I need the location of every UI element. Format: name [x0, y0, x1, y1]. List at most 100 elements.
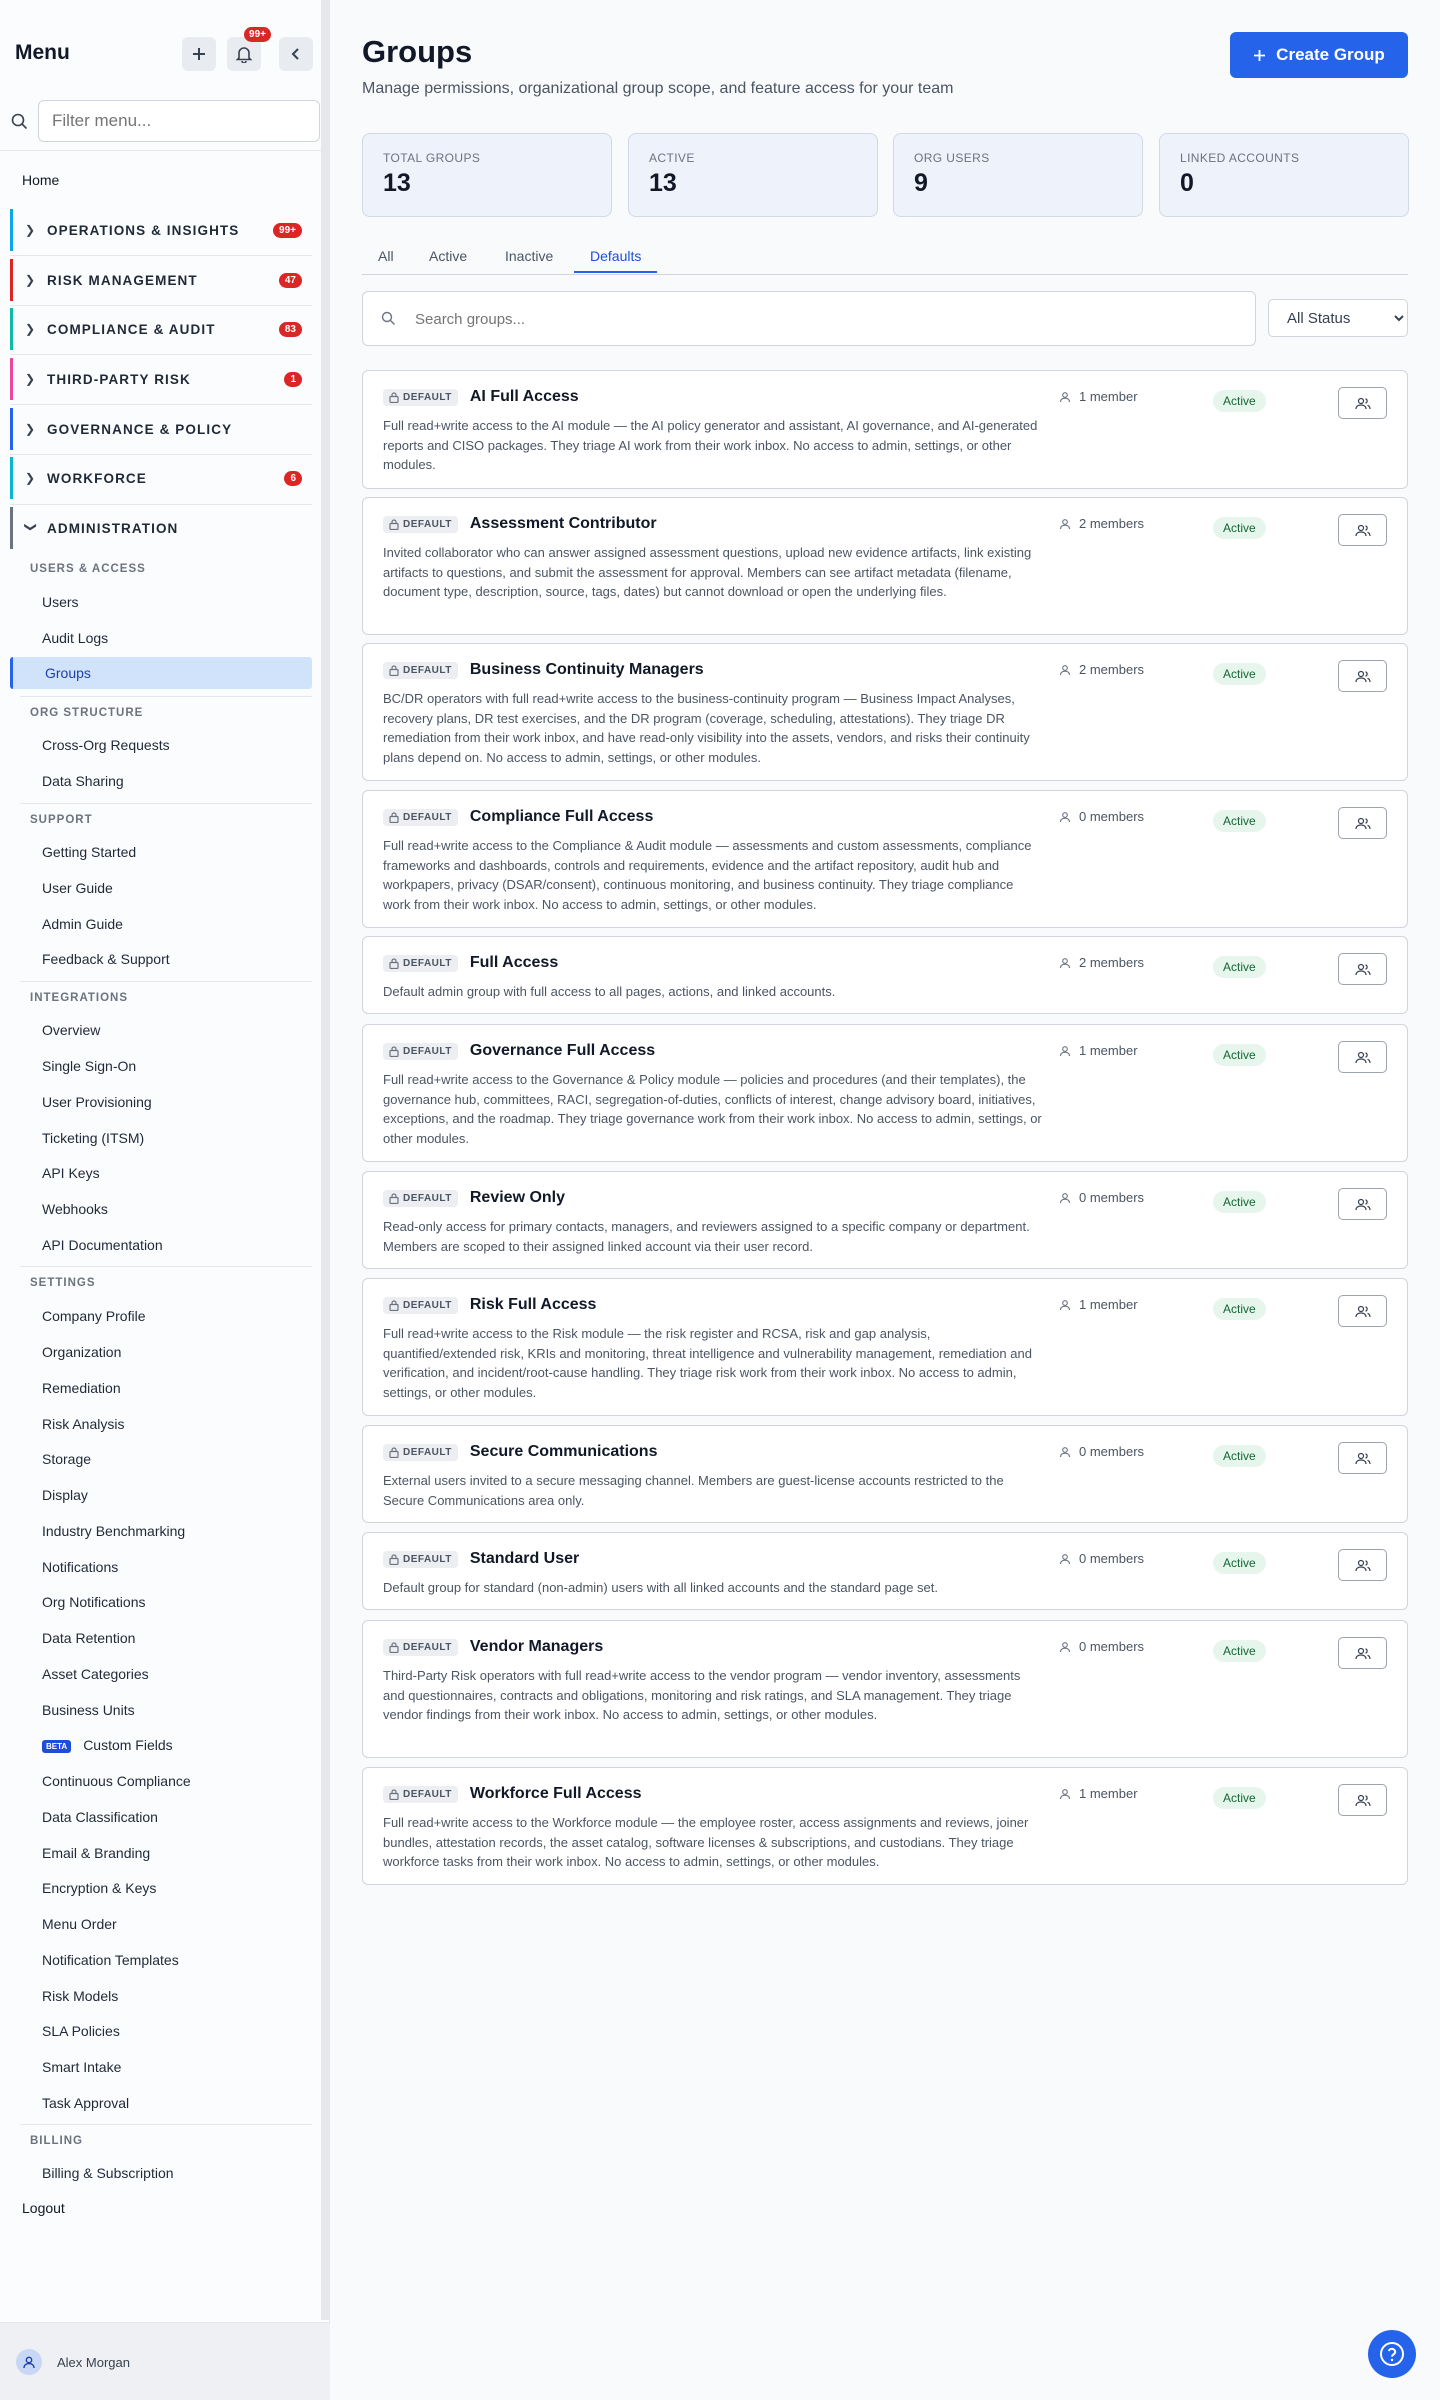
nav-item-webhooks[interactable]: Webhooks	[42, 1201, 108, 1217]
nav-group-administration[interactable]: ❯ ADMINISTRATION	[10, 507, 312, 549]
group-name[interactable]: Compliance Full Access	[470, 808, 653, 826]
logout-link[interactable]: Logout	[22, 2200, 65, 2216]
help-button[interactable]	[1368, 2330, 1416, 2378]
manage-members-button[interactable]	[1338, 660, 1387, 692]
manage-members-button[interactable]	[1338, 807, 1387, 839]
manage-members-button[interactable]	[1338, 514, 1387, 546]
group-row-standard-user[interactable]: DEFAULT Standard User Default group for st…	[362, 1532, 1408, 1610]
nav-item-ticketing-itsm[interactable]: Ticketing (ITSM)	[42, 1130, 144, 1146]
group-name[interactable]: Review Only	[470, 1189, 565, 1207]
tab-active[interactable]: Active	[429, 248, 467, 264]
nav-item-admin-guide[interactable]: Admin Guide	[42, 916, 123, 932]
nav-item-user-guide[interactable]: User Guide	[42, 880, 113, 896]
nav-item-continuous-compliance[interactable]: Continuous Compliance	[42, 1773, 191, 1789]
group-name[interactable]: Assessment Contributor	[470, 515, 657, 533]
nav-item-encryption-keys[interactable]: Encryption & Keys	[42, 1880, 156, 1896]
manage-members-button[interactable]	[1338, 1637, 1387, 1669]
group-row-risk-full-access[interactable]: DEFAULT Risk Full Access Full read+write a…	[362, 1278, 1408, 1416]
group-row-review-only[interactable]: DEFAULT Review Only Read-only access for p…	[362, 1171, 1408, 1269]
group-row-governance-full-access[interactable]: DEFAULT Governance Full Access Full read+w…	[362, 1024, 1408, 1162]
group-name[interactable]: Risk Full Access	[470, 1296, 597, 1314]
tab-inactive[interactable]: Inactive	[505, 248, 553, 264]
manage-members-button[interactable]	[1338, 953, 1387, 985]
manage-members-button[interactable]	[1338, 387, 1387, 419]
nav-item-task-approval[interactable]: Task Approval	[42, 2095, 129, 2111]
nav-group-compliance-audit[interactable]: ❯ COMPLIANCE & AUDIT 83	[10, 308, 312, 350]
nav-group-governance-policy[interactable]: ❯ GOVERNANCE & POLICY	[10, 408, 312, 450]
nav-item-data-classification[interactable]: Data Classification	[42, 1809, 158, 1825]
user-footer[interactable]: Alex Morgan	[0, 2322, 330, 2400]
nav-item-sla-policies[interactable]: SLA Policies	[42, 2023, 120, 2039]
nav-item-billing-subscription[interactable]: Billing & Subscription	[42, 2165, 174, 2181]
group-name[interactable]: Standard User	[470, 1550, 579, 1568]
divider	[20, 2124, 312, 2125]
create-group-button[interactable]: Create Group	[1230, 32, 1408, 78]
nav-item-remediation[interactable]: Remediation	[42, 1380, 121, 1396]
nav-group-workforce[interactable]: ❯ WORKFORCE 6	[10, 457, 312, 499]
nav-item-display[interactable]: Display	[42, 1487, 88, 1503]
nav-home[interactable]: Home	[22, 172, 59, 188]
nav-item-email-branding[interactable]: Email & Branding	[42, 1845, 150, 1861]
manage-members-button[interactable]	[1338, 1784, 1387, 1816]
nav-group-risk-management[interactable]: ❯ RISK MANAGEMENT 47	[10, 259, 312, 301]
nav-item-smart-intake[interactable]: Smart Intake	[42, 2059, 121, 2075]
nav-group-operations-insights[interactable]: ❯ OPERATIONS & INSIGHTS 99+	[10, 209, 312, 251]
nav-item-org-notifications[interactable]: Org Notifications	[42, 1594, 145, 1610]
nav-item-feedback-support[interactable]: Feedback & Support	[42, 951, 170, 967]
nav-item-company-profile[interactable]: Company Profile	[42, 1308, 146, 1324]
nav-item-groups[interactable]: Groups	[10, 657, 312, 689]
nav-item-custom-fields[interactable]: BETA Custom Fields	[42, 1737, 173, 1753]
nav-item-api-documentation[interactable]: API Documentation	[42, 1237, 163, 1253]
group-row-business-continuity-managers[interactable]: DEFAULT Business Continuity Managers BC/DR…	[362, 643, 1408, 781]
nav-item-notifications[interactable]: Notifications	[42, 1559, 118, 1575]
manage-members-button[interactable]	[1338, 1295, 1387, 1327]
nav-item-menu-order[interactable]: Menu Order	[42, 1916, 117, 1932]
nav-item-data-sharing[interactable]: Data Sharing	[42, 773, 124, 789]
filter-menu-input[interactable]	[38, 100, 320, 142]
nav-item-notification-templates[interactable]: Notification Templates	[42, 1952, 179, 1968]
group-name[interactable]: Secure Communications	[470, 1443, 658, 1461]
group-row-compliance-full-access[interactable]: DEFAULT Compliance Full Access Full read+w…	[362, 790, 1408, 928]
nav-item-data-retention[interactable]: Data Retention	[42, 1630, 135, 1646]
search-groups-input[interactable]	[415, 304, 1235, 334]
group-row-secure-communications[interactable]: DEFAULT Secure Communications External use…	[362, 1425, 1408, 1523]
nav-item-organization[interactable]: Organization	[42, 1344, 121, 1360]
nav-item-risk-models[interactable]: Risk Models	[42, 1988, 118, 2004]
nav-item-api-keys[interactable]: API Keys	[42, 1165, 100, 1181]
group-name[interactable]: AI Full Access	[470, 388, 579, 406]
group-row-vendor-managers[interactable]: DEFAULT Vendor Managers Third-Party Risk o…	[362, 1620, 1408, 1758]
nav-item-single-sign-on[interactable]: Single Sign-On	[42, 1058, 136, 1074]
group-name[interactable]: Full Access	[470, 954, 558, 972]
group-row-assessment-contributor[interactable]: DEFAULT Assessment Contributor Invited col…	[362, 497, 1408, 635]
group-name[interactable]: Business Continuity Managers	[470, 661, 704, 679]
manage-members-button[interactable]	[1338, 1442, 1387, 1474]
group-name[interactable]: Vendor Managers	[470, 1638, 603, 1656]
group-row-workforce-full-access[interactable]: DEFAULT Workforce Full Access Full read+wr…	[362, 1767, 1408, 1885]
collapse-sidebar-button[interactable]	[279, 37, 313, 71]
manage-members-button[interactable]	[1338, 1188, 1387, 1220]
manage-members-button[interactable]	[1338, 1549, 1387, 1581]
nav-item-cross-org-requests[interactable]: Cross-Org Requests	[42, 737, 170, 753]
nav-item-audit-logs[interactable]: Audit Logs	[42, 630, 108, 646]
notifications-button[interactable]: 99+	[227, 27, 271, 71]
nav-group-third-party-risk[interactable]: ❯ THIRD-PARTY RISK 1	[10, 358, 312, 400]
nav-item-asset-categories[interactable]: Asset Categories	[42, 1666, 149, 1682]
tab-defaults[interactable]: Defaults	[574, 248, 658, 273]
tab-all[interactable]: All	[378, 248, 394, 264]
group-row-ai-full-access[interactable]: DEFAULT AI Full Access Full read+write acc…	[362, 370, 1408, 489]
group-name[interactable]: Governance Full Access	[470, 1042, 655, 1060]
group-row-full-access[interactable]: DEFAULT Full Access Default admin group wi…	[362, 936, 1408, 1014]
nav-item-overview[interactable]: Overview	[42, 1022, 100, 1038]
nav-item-users[interactable]: Users	[42, 594, 79, 610]
nav-item-user-provisioning[interactable]: User Provisioning	[42, 1094, 152, 1110]
group-name[interactable]: Workforce Full Access	[470, 1785, 642, 1803]
status-filter-select[interactable]: All Status	[1268, 299, 1408, 337]
nav-item-business-units[interactable]: Business Units	[42, 1702, 135, 1718]
manage-members-button[interactable]	[1338, 1041, 1387, 1073]
sidebar-scrollbar[interactable]	[321, 0, 329, 2320]
nav-item-storage[interactable]: Storage	[42, 1451, 91, 1467]
nav-item-getting-started[interactable]: Getting Started	[42, 844, 136, 860]
add-button[interactable]	[182, 37, 216, 71]
nav-item-risk-analysis[interactable]: Risk Analysis	[42, 1416, 124, 1432]
nav-item-industry-benchmarking[interactable]: Industry Benchmarking	[42, 1523, 185, 1539]
